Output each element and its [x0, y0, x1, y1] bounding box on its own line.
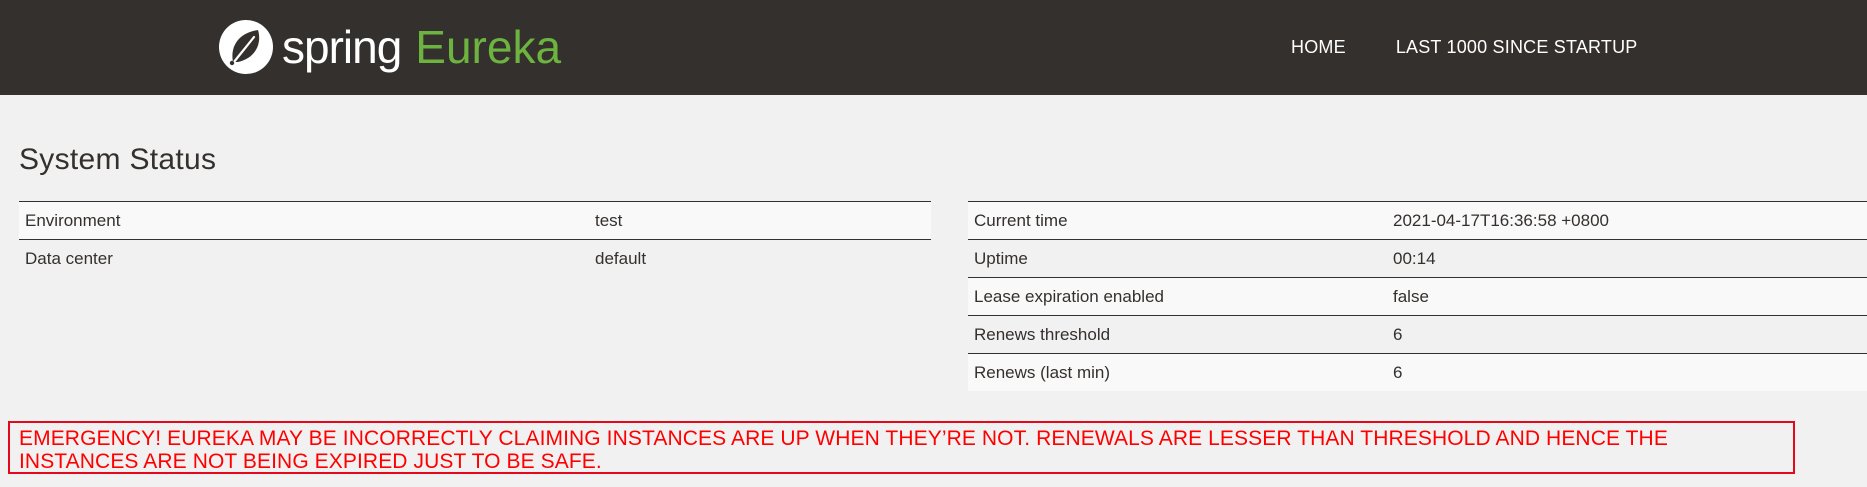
row-value: default	[589, 239, 931, 277]
emergency-warning: EMERGENCY! EUREKA MAY BE INCORRECTLY CLA…	[8, 421, 1795, 474]
row-value: 00:14	[1387, 239, 1867, 278]
spring-leaf-icon	[219, 20, 273, 74]
row-key: Current time	[968, 201, 1387, 240]
page-title: System Status	[19, 143, 217, 176]
table-row: Renews threshold 6	[968, 315, 1867, 354]
table-row: Environment test	[19, 201, 931, 240]
row-value: 6	[1387, 315, 1867, 354]
brand-home-link[interactable]: spring Eureka	[216, 12, 561, 82]
nav-last-1000-link[interactable]: LAST 1000 SINCE STARTUP	[1396, 37, 1638, 58]
nav-links: HOME LAST 1000 SINCE STARTUP	[1291, 0, 1638, 95]
top-navbar: spring Eureka HOME LAST 1000 SINCE START…	[0, 0, 1867, 95]
row-key: Renews (last min)	[968, 353, 1387, 391]
row-key: Renews threshold	[968, 315, 1387, 354]
row-value: 6	[1387, 353, 1867, 391]
row-key: Lease expiration enabled	[968, 277, 1387, 316]
nav-home-link[interactable]: HOME	[1291, 37, 1346, 58]
table-row: Renews (last min) 6	[968, 353, 1867, 391]
table-row: Current time 2021-04-17T16:36:58 +0800	[968, 201, 1867, 240]
row-key: Environment	[19, 201, 589, 240]
brand-eureka-text: Eureka	[415, 21, 562, 73]
table-row: Lease expiration enabled false	[968, 277, 1867, 316]
system-status-table-right: Current time 2021-04-17T16:36:58 +0800 U…	[968, 201, 1867, 391]
row-key: Uptime	[968, 239, 1387, 278]
table-row: Data center default	[19, 239, 931, 277]
row-value: test	[589, 201, 931, 240]
table-row: Uptime 00:14	[968, 239, 1867, 278]
row-value: false	[1387, 277, 1867, 316]
system-status-table-left: Environment test Data center default	[19, 201, 931, 277]
brand-spring-text: spring	[282, 21, 402, 73]
row-value: 2021-04-17T16:36:58 +0800	[1387, 201, 1867, 240]
row-key: Data center	[19, 239, 589, 277]
